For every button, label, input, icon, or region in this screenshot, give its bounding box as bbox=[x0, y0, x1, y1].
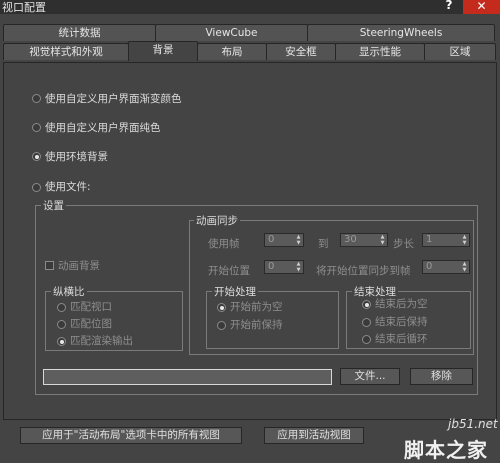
radio-match-viewport[interactable] bbox=[57, 303, 66, 312]
file-path-field[interactable] bbox=[43, 369, 332, 385]
radio-loop-after-label: 结束后循环 bbox=[375, 333, 428, 345]
radio-match-viewport-label: 匹配视口 bbox=[70, 301, 112, 313]
radio-gradient[interactable] bbox=[32, 94, 41, 103]
close-button[interactable]: ✕ bbox=[463, 0, 500, 14]
to-value: 30 bbox=[344, 234, 357, 245]
tab-statistics[interactable]: 统计数据 bbox=[3, 24, 156, 41]
animate-bg-checkbox[interactable] bbox=[45, 261, 54, 270]
spinner-arrows-icon: ▲ ▼ bbox=[380, 234, 385, 246]
watermark-url: jb51.net bbox=[448, 417, 498, 431]
step-spinner[interactable]: 1 ▲ ▼ bbox=[422, 233, 470, 247]
apply-active-view-button[interactable]: 应用到活动视图 bbox=[264, 427, 364, 444]
radio-solid-label: 使用自定义用户界面纯色 bbox=[45, 122, 161, 134]
radio-hold-before-label: 开始前保持 bbox=[230, 319, 283, 331]
spinner-arrows-icon: ▲ ▼ bbox=[462, 261, 467, 273]
remove-button[interactable]: 移除 bbox=[410, 368, 473, 385]
tab-viewcube[interactable]: ViewCube bbox=[155, 24, 308, 41]
settings-group-title: 设置 bbox=[41, 198, 66, 213]
step-label: 步长 bbox=[393, 238, 414, 250]
animate-bg-label: 动画背景 bbox=[58, 260, 100, 272]
start-pos-spinner[interactable]: 0 ▲ ▼ bbox=[264, 260, 304, 274]
radio-hold-after[interactable] bbox=[362, 318, 371, 327]
radio-loop-after[interactable] bbox=[362, 335, 371, 344]
radio-environment-label: 使用环境背景 bbox=[45, 151, 108, 163]
file-button[interactable]: 文件... bbox=[340, 368, 400, 385]
to-label: 到 bbox=[318, 238, 329, 250]
radio-match-render[interactable] bbox=[57, 337, 66, 346]
to-spinner[interactable]: 30 ▲ ▼ bbox=[340, 233, 388, 247]
anim-sync-title: 动画同步 bbox=[194, 213, 240, 228]
use-frame-value: 0 bbox=[268, 234, 275, 245]
radio-match-bitmap[interactable] bbox=[57, 320, 66, 329]
sync-start-spinner[interactable]: 0 ▲ ▼ bbox=[422, 260, 470, 274]
window-title: 视口配置 bbox=[2, 1, 46, 14]
tab-regions[interactable]: 区域 bbox=[424, 43, 496, 60]
spinner-arrows-icon: ▲ ▼ bbox=[296, 234, 301, 246]
use-frame-spinner[interactable]: 0 ▲ ▼ bbox=[264, 233, 304, 247]
radio-file[interactable] bbox=[32, 183, 41, 192]
radio-environment[interactable] bbox=[32, 152, 41, 161]
start-proc-title: 开始处理 bbox=[212, 284, 258, 299]
help-icon[interactable]: ? bbox=[439, 0, 459, 14]
radio-empty-before-label: 开始前为空 bbox=[230, 301, 283, 313]
radio-hold-before[interactable] bbox=[217, 321, 226, 330]
radio-empty-before[interactable] bbox=[217, 303, 226, 312]
radio-empty-after[interactable] bbox=[362, 300, 371, 309]
radio-match-bitmap-label: 匹配位图 bbox=[70, 318, 112, 330]
watermark-logo-text: 脚本之家 bbox=[404, 438, 488, 462]
sync-start-value: 0 bbox=[426, 261, 433, 272]
tab-visual-style[interactable]: 视觉样式和外观 bbox=[3, 43, 129, 60]
radio-gradient-label: 使用自定义用户界面渐变颜色 bbox=[45, 93, 182, 105]
start-pos-value: 0 bbox=[268, 261, 275, 272]
radio-file-label: 使用文件: bbox=[45, 181, 91, 193]
use-frame-label: 使用帧 bbox=[208, 238, 240, 250]
radio-match-render-label: 匹配渲染输出 bbox=[70, 335, 133, 347]
tab-background[interactable]: 背景 bbox=[128, 41, 198, 61]
apply-all-views-button[interactable]: 应用于"活动布局"选项卡中的所有视图 bbox=[20, 427, 242, 444]
aspect-group-title: 纵横比 bbox=[51, 284, 87, 299]
radio-solid[interactable] bbox=[32, 123, 41, 132]
step-value: 1 bbox=[426, 234, 433, 245]
tab-layout[interactable]: 布局 bbox=[197, 43, 267, 60]
title-bar bbox=[0, 0, 500, 14]
tab-steeringwheels[interactable]: SteeringWheels bbox=[307, 24, 495, 41]
radio-empty-after-label: 结束后为空 bbox=[375, 298, 428, 310]
radio-hold-after-label: 结束后保持 bbox=[375, 316, 428, 328]
tab-safe-frame[interactable]: 安全框 bbox=[266, 43, 336, 60]
spinner-arrows-icon: ▲ ▼ bbox=[296, 261, 301, 273]
sync-start-label: 将开始位置同步到帧 bbox=[316, 265, 411, 277]
tab-display-performance[interactable]: 显示性能 bbox=[335, 43, 425, 60]
spinner-arrows-icon: ▲ ▼ bbox=[462, 234, 467, 246]
start-pos-label: 开始位置 bbox=[208, 265, 250, 277]
